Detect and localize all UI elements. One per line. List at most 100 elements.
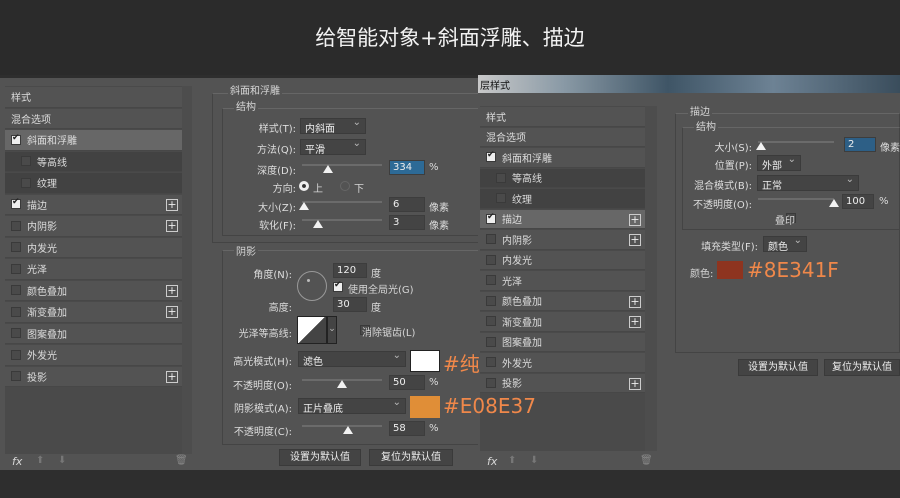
move-up-icon[interactable]: ⬆ — [508, 455, 516, 466]
checkbox[interactable] — [486, 150, 496, 163]
add-effect-icon[interactable]: + — [629, 295, 641, 308]
style-list-item[interactable]: 投影 + — [5, 366, 182, 387]
highlight-opacity-input[interactable]: 50 — [389, 375, 425, 390]
chevron-down-icon[interactable]: ⌄ — [327, 316, 337, 344]
style-list-item[interactable]: 内发光 — [5, 237, 182, 258]
checkbox[interactable] — [11, 306, 21, 317]
add-effect-icon[interactable]: + — [166, 370, 178, 383]
checkbox[interactable] — [496, 193, 506, 204]
move-up-icon[interactable]: ⬆ — [36, 455, 44, 466]
direction-up-radio[interactable] — [299, 181, 309, 191]
set-default-button[interactable]: 设置为默认值 — [279, 449, 361, 466]
style-list-item[interactable]: 图案叠加 — [480, 332, 645, 352]
checkbox[interactable] — [486, 377, 496, 388]
position-select[interactable]: 外部 — [757, 154, 801, 172]
style-list-item[interactable]: 等高线 — [480, 168, 645, 188]
add-effect-icon[interactable]: + — [166, 220, 178, 232]
stroke-size-thumb[interactable] — [756, 142, 766, 150]
angle-input[interactable]: 120 — [333, 263, 367, 278]
checkbox[interactable] — [486, 212, 496, 224]
checkbox[interactable] — [486, 357, 496, 368]
style-list-item[interactable]: 斜面和浮雕 — [5, 130, 182, 151]
stroke-opacity-input[interactable]: 100 — [842, 194, 874, 209]
highlight-mode-select[interactable]: 滤色 — [298, 350, 406, 368]
global-light-checkbox[interactable] — [333, 280, 343, 292]
style-list-item[interactable]: 纹理 — [480, 189, 645, 209]
style-list-item[interactable]: 内发光 — [480, 250, 645, 270]
shadow-opacity-input[interactable]: 58 — [389, 421, 425, 436]
style-list-item[interactable]: 渐变叠加 + — [5, 302, 182, 323]
gloss-contour-preview[interactable] — [297, 316, 327, 344]
checkbox[interactable] — [486, 275, 496, 286]
style-list-item[interactable]: 描边 + — [480, 209, 645, 229]
checkbox[interactable] — [486, 234, 496, 245]
style-list-item[interactable]: 样式 — [480, 107, 645, 127]
checkbox[interactable] — [486, 336, 496, 347]
depth-slider-thumb[interactable] — [323, 165, 334, 173]
style-list-item[interactable]: 斜面和浮雕 — [480, 148, 645, 168]
style-list-item[interactable]: 描边 + — [5, 194, 182, 215]
trash-icon[interactable]: 🗑 — [175, 455, 188, 466]
add-effect-icon[interactable]: + — [629, 316, 641, 328]
shadow-color-swatch[interactable] — [410, 396, 440, 418]
blend-mode-select[interactable]: 正常 — [757, 174, 859, 192]
depth-input[interactable]: 334 — [389, 160, 425, 175]
checkbox[interactable] — [486, 254, 496, 265]
shadow-opacity-slider[interactable] — [302, 425, 382, 427]
style-list-scrollbar[interactable] — [182, 86, 192, 454]
fx-button-2[interactable]: fx — [487, 455, 497, 468]
style-list-item[interactable]: 外发光 — [5, 345, 182, 366]
style-list-item[interactable]: 外发光 — [480, 353, 645, 373]
style-list-item[interactable]: 光泽 — [5, 259, 182, 280]
checkbox[interactable] — [11, 242, 21, 253]
fill-type-select[interactable]: 颜色 — [763, 235, 807, 253]
checkbox[interactable] — [11, 285, 21, 296]
checkbox[interactable] — [11, 263, 21, 274]
checkbox[interactable] — [486, 316, 496, 327]
angle-dial[interactable] — [297, 271, 327, 301]
move-down-icon[interactable]: ⬇ — [58, 455, 66, 466]
style-list-item[interactable]: 等高线 — [5, 151, 182, 172]
style-list-item[interactable]: 内阴影 + — [5, 216, 182, 237]
checkbox[interactable] — [11, 197, 21, 210]
checkbox[interactable] — [486, 295, 496, 306]
style-list-item[interactable]: 内阴影 + — [480, 230, 645, 250]
highlight-color-swatch[interactable] — [410, 350, 440, 372]
style-list-item[interactable]: 混合选项 — [480, 127, 645, 147]
altitude-input[interactable]: 30 — [333, 297, 367, 312]
shadow-mode-select[interactable]: 正片叠底 — [298, 397, 406, 415]
stroke-opacity-slider[interactable] — [758, 198, 834, 200]
stroke-size-input[interactable]: 2 — [844, 137, 876, 152]
add-effect-icon[interactable]: + — [166, 198, 178, 211]
style-select[interactable]: 内斜面 — [300, 117, 366, 135]
add-effect-icon[interactable]: + — [629, 377, 641, 390]
shadow-opacity-thumb[interactable] — [343, 426, 353, 434]
style-list-2-scrollbar[interactable] — [645, 106, 657, 451]
style-list-item[interactable]: 光泽 — [480, 271, 645, 291]
add-effect-icon[interactable]: + — [166, 284, 178, 297]
highlight-opacity-thumb[interactable] — [337, 380, 347, 388]
stroke-color-swatch[interactable] — [717, 261, 743, 279]
style-list-item[interactable]: 渐变叠加 + — [480, 312, 645, 332]
add-effect-icon[interactable]: + — [629, 213, 641, 226]
style-list-item[interactable]: 颜色叠加 + — [5, 280, 182, 301]
move-down-icon[interactable]: ⬇ — [530, 455, 538, 466]
stroke-opacity-thumb[interactable] — [829, 199, 839, 207]
checkbox[interactable] — [21, 177, 31, 188]
reset-default-button-2[interactable]: 复位为默认值 — [824, 359, 900, 376]
style-list-item[interactable]: 颜色叠加 + — [480, 291, 645, 311]
fx-button[interactable]: fx — [12, 455, 22, 468]
style-list-item[interactable]: 投影 + — [480, 373, 645, 393]
direction-down-radio[interactable] — [340, 181, 350, 191]
add-effect-icon[interactable]: + — [629, 234, 641, 246]
checkbox[interactable] — [11, 371, 21, 382]
style-list-item[interactable]: 样式 — [5, 87, 182, 108]
stroke-size-slider[interactable] — [758, 141, 834, 143]
add-effect-icon[interactable]: + — [166, 306, 178, 318]
trash-icon[interactable]: 🗑 — [640, 455, 653, 466]
checkbox[interactable] — [11, 328, 21, 339]
checkbox[interactable] — [11, 349, 21, 360]
checkbox[interactable] — [21, 156, 31, 167]
reset-default-button[interactable]: 复位为默认值 — [369, 449, 453, 466]
style-list-item[interactable]: 纹理 — [5, 173, 182, 194]
